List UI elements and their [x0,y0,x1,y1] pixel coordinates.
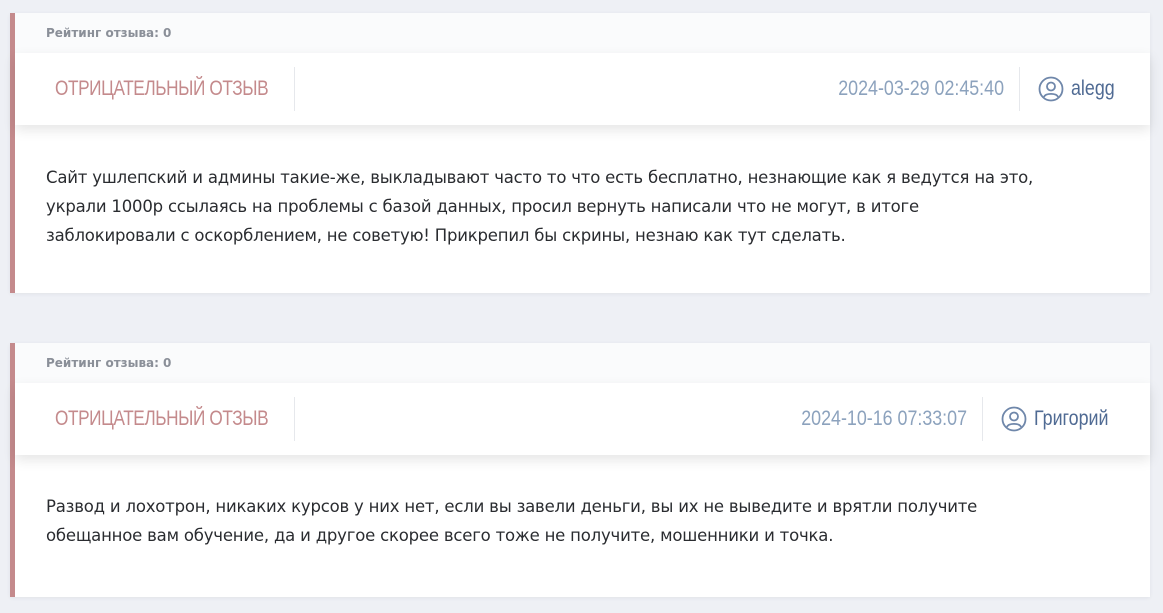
user-circle-icon [1001,406,1027,432]
review-header: ОТРИЦАТЕЛЬНЫЙ ОТЗЫВ 2024-10-16 07:33:07 … [15,383,1150,455]
review-date-block: 2024-03-29 02:45:40 [809,67,1020,111]
rating-label: Рейтинг отзыва: [46,26,159,40]
review-date: 2024-03-29 02:45:40 [837,77,1004,100]
review-type-label: ОТРИЦАТЕЛЬНЫЙ ОТЗЫВ [55,77,269,100]
review-username[interactable]: alegg [1071,77,1115,101]
review-text: Развод и лохотрон, никаких курсов у них … [46,497,978,545]
review-header: ОТРИЦАТЕЛЬНЫЙ ОТЗЫВ 2024-03-29 02:45:40 … [15,53,1150,125]
rating-value: 0 [162,26,172,40]
review-type: ОТРИЦАТЕЛЬНЫЙ ОТЗЫВ [15,397,295,441]
review-card: Рейтинг отзыва: 0 ОТРИЦАТЕЛЬНЫЙ ОТЗЫВ 20… [10,343,1150,597]
rating-label: Рейтинг отзыва: [46,356,159,370]
review-card: Рейтинг отзыва: 0 ОТРИЦАТЕЛЬНЫЙ ОТЗЫВ 20… [10,13,1150,293]
rating-value: 0 [162,356,172,370]
review-date-block: 2024-10-16 07:33:07 [772,397,984,441]
review-author[interactable]: alegg [1020,76,1150,102]
review-text: Сайт ушлепский и админы такие-же, выклад… [46,168,1034,245]
review-username[interactable]: Григорий [1034,407,1108,431]
user-circle-icon [1038,76,1064,102]
review-rating: Рейтинг отзыва: 0 [15,13,1150,53]
review-date: 2024-10-16 07:33:07 [801,407,968,430]
review-type: ОТРИЦАТЕЛЬНЫЙ ОТЗЫВ [15,67,295,111]
review-rating: Рейтинг отзыва: 0 [15,343,1150,383]
review-author[interactable]: Григорий [983,406,1150,432]
review-type-label: ОТРИЦАТЕЛЬНЫЙ ОТЗЫВ [55,407,269,430]
